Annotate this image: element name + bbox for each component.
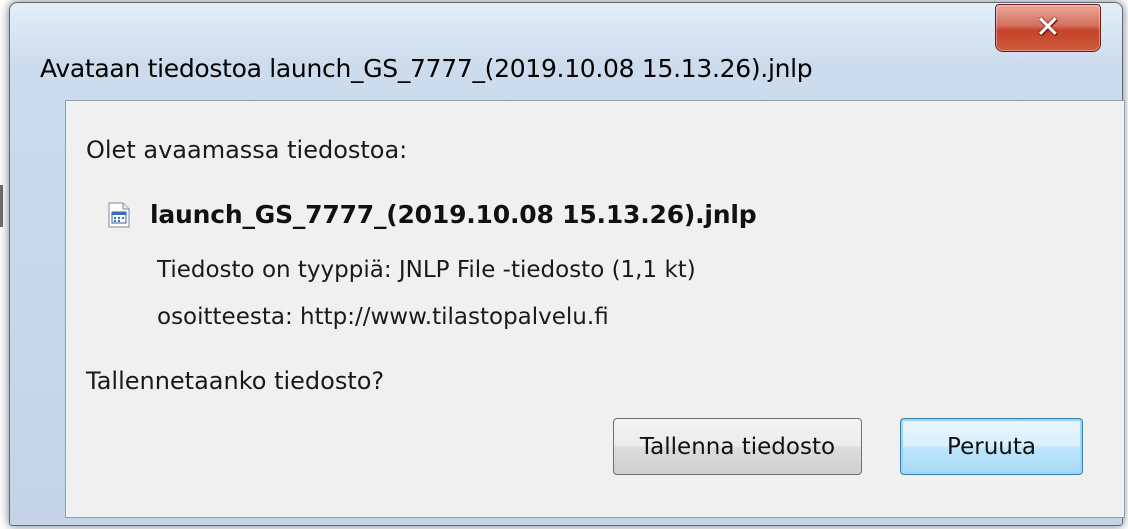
file-info-row: launch_GS_7777_(2019.10.08 15.13.26).jnl… [108,200,757,229]
file-download-dialog: Avataan tiedostoa launch_GS_7777_(2019.1… [9,2,1125,526]
cancel-button[interactable]: Peruuta [900,418,1083,475]
jnlp-file-icon [108,202,130,228]
file-name: launch_GS_7777_(2019.10.08 15.13.26).jnl… [150,200,757,229]
dialog-content: Olet avaamassa tiedostoa: launch_GS_7777… [65,100,1125,518]
save-question: Tallennetaanko tiedosto? [86,367,385,395]
file-type-line: Tiedosto on tyyppiä: JNLP File -tiedosto… [157,257,696,283]
open-file-prompt: Olet avaamassa tiedostoa: [86,136,408,164]
dialog-title: Avataan tiedostoa launch_GS_7777_(2019.1… [40,54,813,83]
background-window-edge [0,185,3,227]
close-x-icon: ✕ [1035,10,1061,45]
file-source-line: osoitteesta: http://www.tilastopalvelu.f… [157,304,609,330]
save-file-button[interactable]: Tallenna tiedosto [613,418,862,475]
close-button[interactable]: ✕ [995,4,1101,52]
